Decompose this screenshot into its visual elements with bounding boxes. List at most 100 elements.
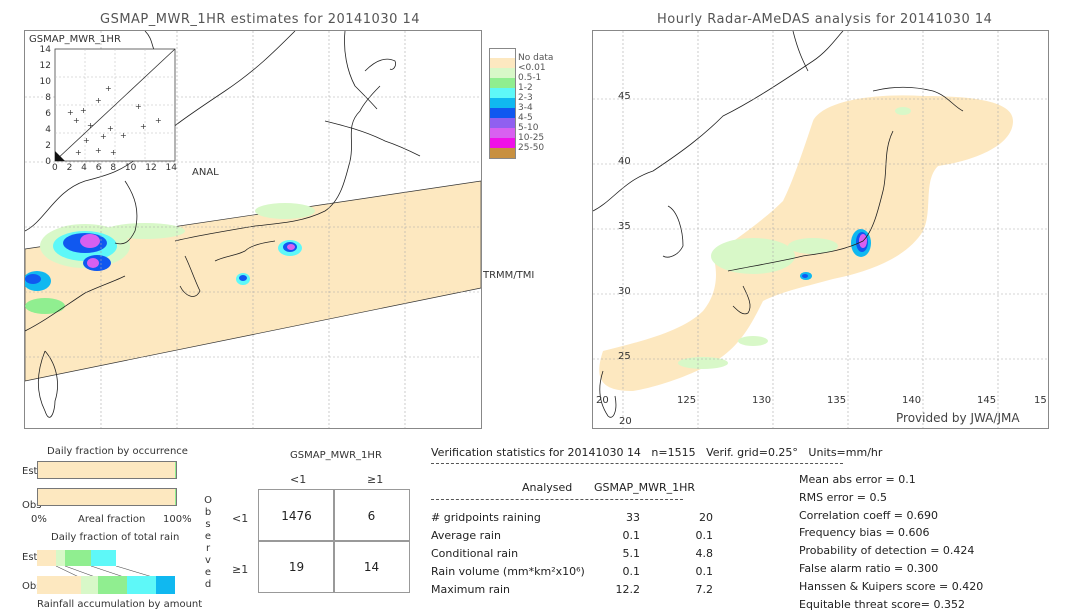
lon-tick: 130 bbox=[752, 395, 772, 406]
observed-axis-label: Observed bbox=[204, 495, 212, 590]
rain-amount-segment bbox=[56, 550, 65, 566]
contingency-cell: 6 bbox=[333, 489, 410, 542]
col-model: GSMAP_MWR_1HR bbox=[594, 481, 696, 494]
occurrence-est-bar bbox=[37, 461, 177, 479]
lat-tick: 40 bbox=[618, 156, 631, 167]
occurrence-obs-bar bbox=[37, 488, 177, 506]
lat-tick: 45 bbox=[618, 91, 631, 102]
svg-text:+: + bbox=[95, 146, 102, 155]
rain-amount-segment bbox=[155, 576, 175, 594]
legend-swatch bbox=[489, 88, 516, 98]
legend-label: <0.01 bbox=[518, 63, 546, 73]
divider bbox=[431, 499, 683, 500]
data-credit: Provided by JWA/JMA bbox=[896, 411, 1020, 425]
right-map: 45 40 35 30 25 20 20 125 130 135 140 145… bbox=[592, 30, 1049, 429]
left-map-title: GSMAP_MWR_1HR estimates for 20141030 14 bbox=[100, 12, 421, 27]
svg-text:+: + bbox=[83, 136, 90, 145]
right-map-canvas bbox=[593, 31, 1048, 428]
legend-swatch bbox=[489, 138, 516, 148]
contingency-cell: 1476 bbox=[258, 489, 335, 542]
legend-label: 10-25 bbox=[518, 133, 545, 143]
score-item: Mean abs error = 0.1 bbox=[799, 473, 916, 486]
stat-label: Maximum rain bbox=[431, 583, 510, 596]
lon-tick: 145 bbox=[977, 395, 997, 406]
contingency-row-header: <1 bbox=[232, 512, 249, 525]
divider bbox=[431, 463, 843, 464]
lon-tick: 15 bbox=[1034, 395, 1047, 406]
legend-label: 0.5-1 bbox=[518, 73, 542, 83]
legend-label: 1-2 bbox=[518, 83, 533, 93]
lon-tick: 125 bbox=[677, 395, 697, 406]
score-item: Correlation coeff = 0.690 bbox=[799, 508, 938, 522]
svg-text:+: + bbox=[110, 148, 117, 157]
occurrence-xlabel: Areal fraction bbox=[78, 514, 146, 525]
stat-value-analysed: 12.2 bbox=[615, 583, 641, 596]
contingency-col-header: ≥1 bbox=[367, 473, 384, 486]
rain-amount-segment bbox=[126, 576, 156, 594]
legend-swatch bbox=[489, 78, 516, 88]
stat-label: Average rain bbox=[431, 529, 501, 542]
total-rain-est-label: Est bbox=[22, 552, 38, 563]
lat-tick: 20 bbox=[619, 416, 632, 427]
stat-value-model: 0.1 bbox=[695, 565, 714, 578]
rain-amount-segment bbox=[37, 550, 57, 566]
svg-text:+: + bbox=[87, 121, 94, 130]
stat-value-model: 7.2 bbox=[695, 583, 714, 596]
score-item: Frequency bias = 0.606 bbox=[799, 526, 930, 540]
svg-text:+: + bbox=[80, 106, 87, 115]
stat-value-analysed: 0.1 bbox=[622, 529, 641, 542]
occurrence-xmax: 100% bbox=[163, 514, 192, 525]
rain-amount-segment bbox=[90, 550, 116, 566]
svg-text:4: 4 bbox=[45, 125, 51, 135]
stat-value-model: 20 bbox=[699, 511, 713, 524]
left-map: GSMAP_MWR_1HR 024 6 8 10 12 14 + + + + + + + + + +… bbox=[24, 30, 482, 429]
inset-x-ticks: 0 2 4 6 8 10 12 14 bbox=[52, 163, 178, 173]
legend-label: 3-4 bbox=[518, 103, 533, 113]
legend-swatch bbox=[489, 128, 516, 138]
inset-x-label: ANAL bbox=[192, 167, 219, 178]
svg-text:+: + bbox=[73, 116, 80, 125]
total-rain-est-bar bbox=[37, 550, 175, 566]
svg-text:6: 6 bbox=[45, 109, 51, 119]
legend-swatch bbox=[489, 118, 516, 128]
legend-item: 25-50 bbox=[489, 143, 569, 159]
svg-text:2: 2 bbox=[45, 141, 51, 151]
contingency-title: GSMAP_MWR_1HR bbox=[290, 450, 382, 461]
svg-text:+: + bbox=[95, 96, 102, 105]
legend-label: No data bbox=[518, 53, 554, 63]
contingency-cell: 14 bbox=[333, 540, 410, 593]
lat-tick: 25 bbox=[618, 351, 631, 362]
score-item: False alarm ratio = 0.300 bbox=[799, 562, 939, 575]
svg-text:+: + bbox=[140, 122, 147, 131]
score-item: RMS error = 0.5 bbox=[799, 490, 887, 504]
stat-label: # gridpoints raining bbox=[431, 511, 541, 524]
total-rain-footer: Rainfall accumulation by amount bbox=[37, 599, 203, 610]
legend-label: 4-5 bbox=[518, 113, 533, 123]
svg-text:+: + bbox=[105, 84, 112, 93]
rain-amount-segment bbox=[64, 550, 91, 566]
svg-text:0: 0 bbox=[45, 157, 51, 167]
rain-amount-segment bbox=[97, 576, 127, 594]
legend-swatch bbox=[489, 98, 516, 108]
score-item: Equitable threat score= 0.352 bbox=[799, 597, 965, 611]
lat-tick: 35 bbox=[618, 221, 631, 232]
rain-amount-segment bbox=[37, 576, 82, 594]
occurrence-title: Daily fraction by occurrence bbox=[47, 446, 188, 457]
stat-value-analysed: 33 bbox=[626, 511, 640, 524]
legend-label: 2-3 bbox=[518, 93, 533, 103]
legend-swatch bbox=[489, 58, 516, 68]
total-rain-obs-bar bbox=[37, 576, 175, 594]
svg-text:+: + bbox=[75, 148, 82, 157]
legend-label: 5-10 bbox=[518, 123, 539, 133]
legend-swatch bbox=[489, 148, 516, 159]
stat-label: Rain volume (mm*km²x10⁶) bbox=[431, 565, 585, 578]
swath-label: TRMM/TMI bbox=[483, 270, 535, 281]
legend-swatch bbox=[489, 68, 516, 78]
svg-text:+: + bbox=[107, 124, 114, 133]
lon-tick: 135 bbox=[827, 395, 847, 406]
occurrence-est-label: Est bbox=[22, 466, 38, 477]
svg-text:+: + bbox=[155, 116, 162, 125]
svg-text:14: 14 bbox=[40, 45, 52, 55]
score-item: Hanssen & Kuipers score = 0.420 bbox=[799, 579, 984, 593]
lon-tick: 20 bbox=[596, 395, 609, 406]
